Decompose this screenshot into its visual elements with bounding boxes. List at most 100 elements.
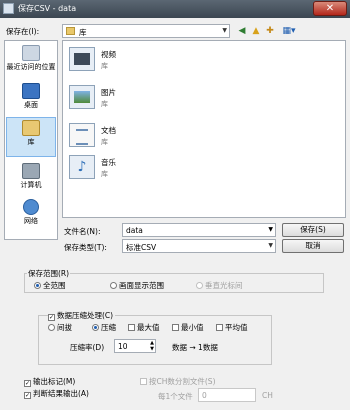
place-libraries[interactable]: 库 bbox=[6, 117, 56, 157]
checkbox-label: 按CH数分割文件(S) bbox=[149, 377, 216, 386]
new-folder-icon[interactable]: ✚ bbox=[264, 25, 276, 37]
radio-icon bbox=[196, 282, 203, 289]
file-name-label: 文件名(N): bbox=[64, 227, 101, 236]
radio-icon bbox=[110, 282, 117, 289]
output-marker-checkbox[interactable]: ✓ 输出标记(M) bbox=[24, 376, 75, 387]
checkbox-label: 输出标记(M) bbox=[33, 377, 76, 386]
library-name: 音乐 bbox=[101, 158, 116, 167]
radio-label: 间拔 bbox=[57, 323, 72, 332]
chevron-down-icon: ▼ bbox=[268, 242, 273, 249]
checkbox-icon bbox=[216, 324, 223, 331]
app-icon bbox=[3, 3, 14, 14]
radio-icon bbox=[48, 324, 55, 331]
ratio-note: 数据 → 1数据 bbox=[172, 343, 218, 352]
library-folder-icon bbox=[66, 27, 75, 35]
location-value: 库 bbox=[79, 28, 87, 37]
cancel-button[interactable]: 取消 bbox=[282, 239, 344, 253]
compression-checkbox[interactable]: ✓ 数据压缩处理(C) bbox=[48, 310, 116, 321]
radio-selected-icon bbox=[92, 324, 99, 331]
file-name-value: data bbox=[126, 226, 143, 235]
radio-label: 全范围 bbox=[43, 281, 66, 290]
file-type-label: 保存类型(T): bbox=[64, 243, 107, 252]
library-type: 库 bbox=[101, 62, 108, 70]
range-cursor-radio: 垂直光标间 bbox=[196, 280, 243, 291]
library-name: 图片 bbox=[101, 88, 116, 97]
per-file-input: 0 bbox=[198, 388, 256, 402]
split-ch-checkbox: 按CH数分割文件(S) bbox=[140, 376, 216, 387]
place-network[interactable]: 网络 bbox=[6, 197, 56, 233]
radio-label: 画面显示范围 bbox=[119, 281, 164, 290]
checkmark-icon: ✓ bbox=[24, 380, 31, 387]
max-checkbox[interactable]: 最大值 bbox=[128, 322, 160, 333]
libraries-icon bbox=[22, 120, 40, 136]
ch-unit-label: CH bbox=[262, 391, 273, 400]
save-button[interactable]: 保存(S) bbox=[282, 223, 344, 237]
list-item[interactable]: 图片 库 bbox=[69, 83, 229, 113]
video-library-icon bbox=[69, 47, 95, 71]
ratio-value: 10 bbox=[118, 342, 128, 351]
checkbox-icon bbox=[140, 378, 147, 385]
view-menu-icon[interactable]: ▦▾ bbox=[280, 25, 298, 37]
checkbox-icon bbox=[128, 324, 135, 331]
music-library-icon: ♪ bbox=[69, 155, 95, 179]
close-button[interactable]: ✕ bbox=[313, 1, 347, 16]
checkbox-icon bbox=[172, 324, 179, 331]
desktop-icon bbox=[22, 83, 40, 99]
library-type: 库 bbox=[101, 138, 108, 146]
checkbox-label: 最大值 bbox=[137, 323, 160, 332]
up-folder-icon[interactable]: ▲ bbox=[250, 25, 262, 37]
radio-label: 垂直光标间 bbox=[205, 281, 243, 290]
mode-compress-radio[interactable]: 压缩 bbox=[92, 322, 116, 333]
window-title: 保存CSV - data bbox=[18, 4, 77, 13]
file-type-select[interactable]: 标准CSV ▼ bbox=[122, 239, 276, 253]
recent-places-icon bbox=[22, 45, 40, 61]
checkmark-icon: ✓ bbox=[48, 314, 55, 321]
range-screen-radio[interactable]: 画面显示范围 bbox=[110, 280, 164, 291]
radio-selected-icon bbox=[34, 282, 41, 289]
place-label: 库 bbox=[27, 138, 35, 146]
location-combo[interactable]: 库 ▼ bbox=[62, 24, 230, 38]
save-csv-dialog: 保存CSV - data ✕ 保存在(I): 库 ▼ ◀ ▲ ✚ ▦▾ 最近访问… bbox=[0, 0, 350, 410]
per-file-value: 0 bbox=[202, 391, 207, 400]
save-in-label: 保存在(I): bbox=[6, 27, 40, 36]
list-item[interactable]: 文档 库 bbox=[69, 121, 229, 151]
checkbox-label: 平均值 bbox=[225, 323, 248, 332]
file-name-input[interactable]: data ▼ bbox=[122, 223, 276, 237]
chevron-down-icon[interactable]: ▼ bbox=[268, 226, 273, 233]
file-type-value: 标准CSV bbox=[126, 243, 157, 252]
library-type: 库 bbox=[101, 100, 108, 108]
ratio-input[interactable]: 10 ▲ ▼ bbox=[114, 339, 156, 353]
min-checkbox[interactable]: 最小值 bbox=[172, 322, 204, 333]
library-name: 文档 bbox=[101, 126, 116, 135]
judge-output-checkbox[interactable]: ✓ 判断结果输出(A) bbox=[24, 388, 89, 399]
place-label: 计算机 bbox=[20, 181, 42, 189]
checkbox-label: 最小值 bbox=[181, 323, 204, 332]
title-bar[interactable]: 保存CSV - data ✕ bbox=[0, 0, 350, 18]
file-list[interactable]: 视频 库 图片 库 文档 库 ♪ 音乐 库 bbox=[62, 40, 346, 218]
pictures-library-icon bbox=[69, 85, 95, 109]
place-computer[interactable]: 计算机 bbox=[6, 161, 56, 197]
range-full-radio[interactable]: 全范围 bbox=[34, 280, 66, 291]
network-icon bbox=[23, 199, 39, 215]
place-label: 最近访问的位置 bbox=[6, 63, 56, 71]
chevron-down-icon: ▼ bbox=[222, 27, 227, 34]
computer-icon bbox=[22, 163, 40, 179]
save-range-title: 保存范围(R) bbox=[27, 268, 71, 279]
library-type: 库 bbox=[101, 170, 108, 178]
per-file-label: 每1个文件 bbox=[158, 392, 193, 401]
mode-thin-radio[interactable]: 间拔 bbox=[48, 322, 72, 333]
place-label: 网络 bbox=[24, 217, 38, 225]
place-desktop[interactable]: 桌面 bbox=[6, 81, 56, 117]
list-item[interactable]: 视频 库 bbox=[69, 45, 229, 75]
radio-label: 压缩 bbox=[101, 323, 116, 332]
checkmark-icon: ✓ bbox=[24, 392, 31, 399]
back-icon[interactable]: ◀ bbox=[236, 25, 248, 37]
places-bar: 最近访问的位置 桌面 库 计算机 网络 bbox=[4, 40, 58, 240]
list-item[interactable]: ♪ 音乐 库 bbox=[69, 153, 229, 183]
checkbox-label: 判断结果输出(A) bbox=[33, 389, 89, 398]
spinner-icon[interactable]: ▲ ▼ bbox=[150, 340, 154, 352]
checkbox-label: 数据压缩处理(C) bbox=[57, 311, 114, 320]
library-name: 视频 bbox=[101, 50, 116, 59]
place-recent[interactable]: 最近访问的位置 bbox=[6, 43, 56, 79]
avg-checkbox[interactable]: 平均值 bbox=[216, 322, 248, 333]
